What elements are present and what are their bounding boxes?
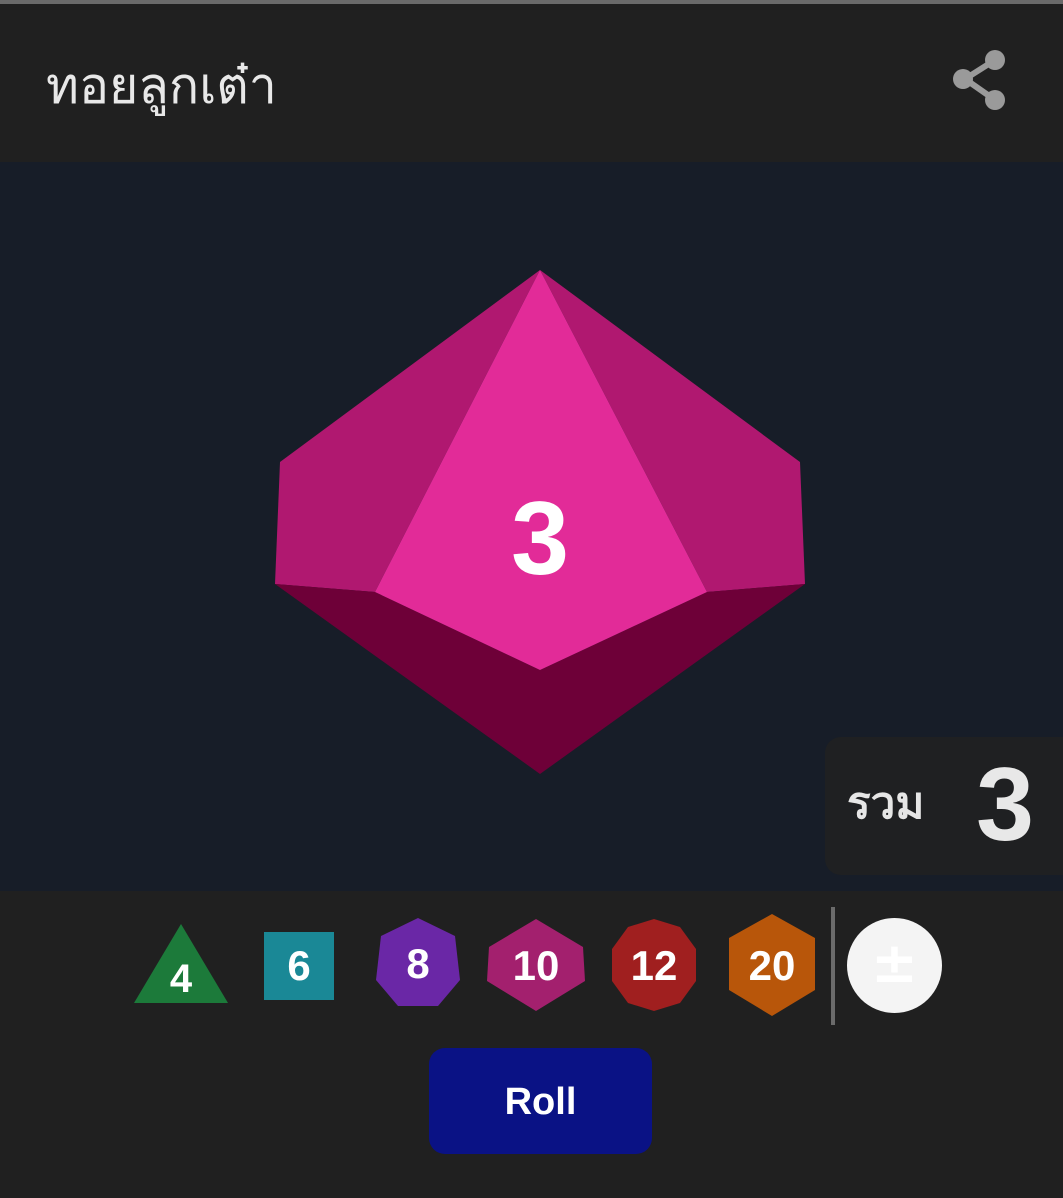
die-label-d12: 12 — [630, 942, 678, 989]
die-button-d12[interactable]: 12 — [610, 919, 698, 1011]
roll-button[interactable]: Roll — [429, 1048, 652, 1154]
die-face-number: 3 — [511, 481, 569, 597]
roll-stage: 3 รวม 3 — [0, 162, 1063, 891]
modifier-button[interactable]: ± — [847, 918, 942, 1013]
share-icon — [953, 50, 1005, 110]
plus-minus-icon: ± — [871, 931, 918, 996]
roll-button-label: Roll — [504, 1081, 577, 1123]
total-panel: รวม 3 — [825, 737, 1063, 875]
die-label-d20: 20 — [748, 942, 796, 989]
die-label-d8: 8 — [406, 940, 430, 987]
die-button-d4[interactable]: 4 — [133, 924, 229, 1004]
die-label-d10: 10 — [512, 942, 560, 989]
die-label-d6: 6 — [287, 942, 311, 989]
rolled-die: 3 — [275, 270, 805, 774]
die-label-d4: 4 — [169, 957, 193, 1001]
share-button[interactable] — [945, 46, 1013, 114]
dice-roller-app: ทอยลูกเต๋า 3 รวม 3 4 6 8 10 12 20 ± Roll — [0, 0, 1063, 1198]
die-button-d8[interactable]: 8 — [376, 918, 460, 1010]
die-button-d20[interactable]: 20 — [728, 914, 816, 1016]
dice-selector-bar: 4 6 8 10 12 20 ± — [0, 891, 1063, 1036]
page-title: ทอยลูกเต๋า — [46, 57, 277, 115]
selector-divider — [831, 907, 835, 1025]
die-button-d6[interactable]: 6 — [264, 932, 334, 1000]
total-label: รวม — [847, 778, 925, 829]
die-button-d10[interactable]: 10 — [487, 919, 585, 1011]
app-bar: ทอยลูกเต๋า — [0, 4, 1063, 162]
total-value: 3 — [976, 747, 1034, 863]
